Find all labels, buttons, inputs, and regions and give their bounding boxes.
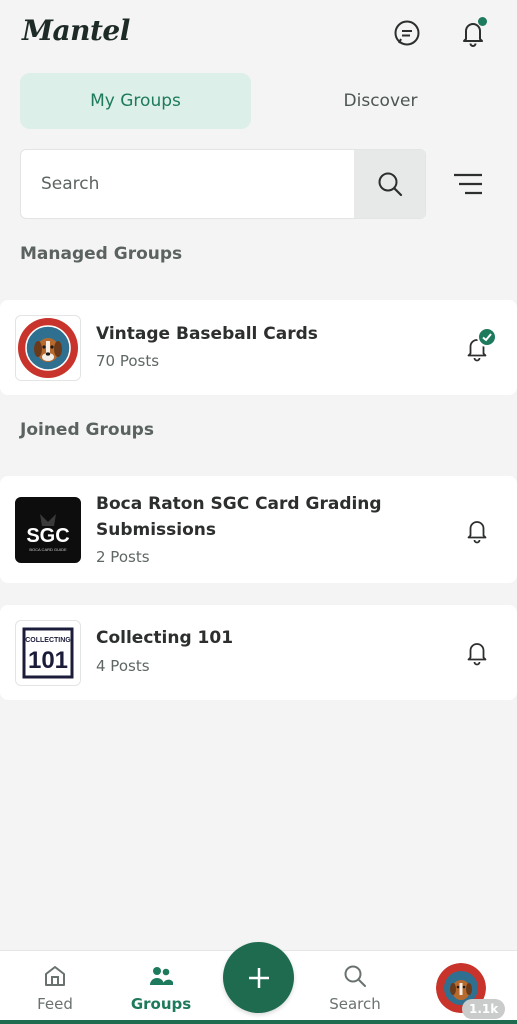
bottom-edge-bar [0, 1020, 517, 1024]
nav-groups[interactable]: Groups [116, 951, 206, 1024]
nav-label: Groups [130, 995, 192, 1013]
group-post-count: 4 Posts [96, 657, 150, 675]
search-icon [344, 965, 366, 987]
app-header: Mantel [0, 0, 517, 70]
group-post-count: 2 Posts [96, 548, 150, 566]
group-name: Vintage Baseball Cards [96, 324, 318, 344]
nav-feed[interactable]: Feed [10, 951, 100, 1024]
notification-dot [478, 17, 487, 26]
joined-groups-title: Joined Groups [20, 420, 154, 440]
bell-icon[interactable] [458, 17, 488, 48]
group-tabs: My Groups Discover [20, 73, 496, 129]
svg-text:BOCA CARD GUIDE: BOCA CARD GUIDE [29, 547, 67, 552]
search-row [20, 149, 496, 219]
search-button[interactable] [354, 150, 425, 218]
check-icon [477, 327, 497, 347]
plus-icon [248, 967, 269, 988]
nav-label: Search [329, 995, 381, 1013]
follower-count-badge: 1.1k [462, 999, 506, 1019]
search-icon [378, 172, 402, 197]
svg-text:COLLECTING: COLLECTING [25, 637, 71, 644]
group-post-count: 70 Posts [96, 352, 160, 370]
home-icon [45, 966, 65, 986]
group-thumbnail: SGC BOCA CARD GUIDE [15, 497, 81, 563]
bell-icon[interactable] [463, 638, 491, 666]
svg-text:SGC: SGC [26, 525, 69, 547]
nav-label: Feed [37, 995, 73, 1013]
group-name: Collecting 101 [96, 628, 234, 648]
group-name: Boca Raton SGC Card Grading Submissions [96, 494, 382, 540]
chat-icon[interactable] [392, 18, 422, 48]
group-thumbnail: COLLECTING 101 [15, 620, 81, 686]
svg-text:101: 101 [28, 647, 68, 674]
groups-icon [150, 967, 173, 985]
group-card-collecting-101[interactable]: COLLECTING 101 Collecting 101 4 Posts [0, 605, 517, 700]
search-box [20, 149, 426, 219]
group-card-boca-raton-sgc[interactable]: SGC BOCA CARD GUIDE Boca Raton SGC Card … [0, 476, 517, 583]
bell-icon[interactable] [463, 516, 491, 544]
nav-search[interactable]: Search [310, 951, 400, 1024]
create-post-button[interactable] [223, 942, 294, 1013]
search-input[interactable] [21, 150, 355, 218]
app-logo: Mantel [22, 14, 130, 47]
group-thumbnail [15, 315, 81, 381]
group-card-vintage-baseball[interactable]: Vintage Baseball Cards 70 Posts [0, 300, 517, 395]
filter-icon[interactable] [452, 169, 484, 199]
managed-groups-title: Managed Groups [20, 244, 183, 264]
tab-my-groups[interactable]: My Groups [20, 73, 251, 129]
tab-discover[interactable]: Discover [265, 73, 496, 129]
